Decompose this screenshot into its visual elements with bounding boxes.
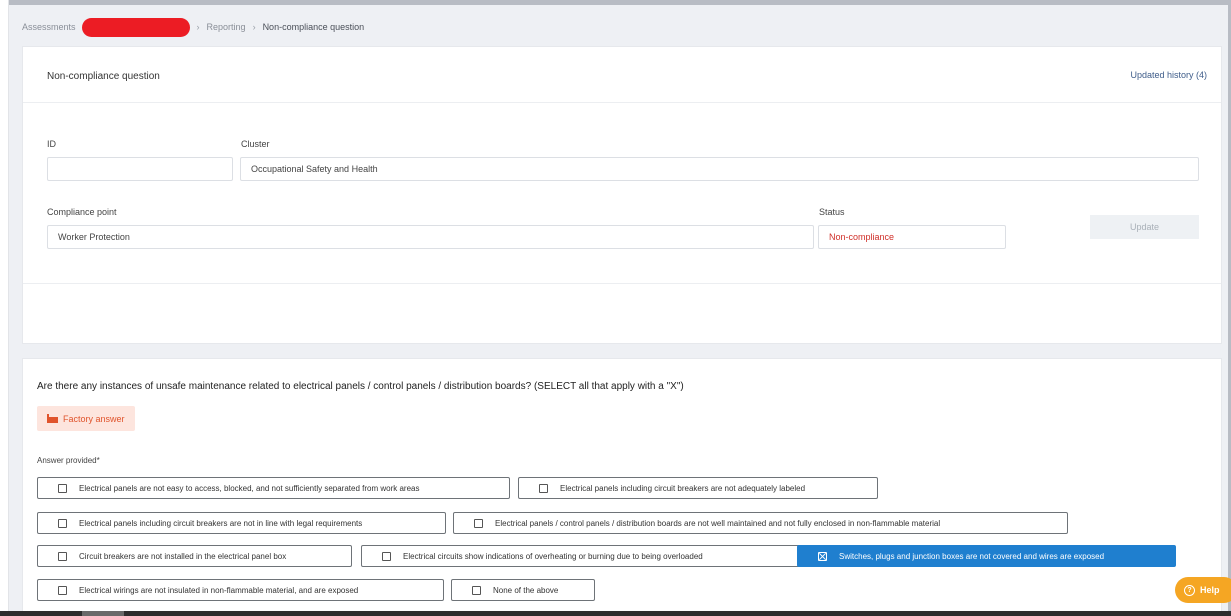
checkbox-icon (382, 551, 391, 561)
answer-option-label: Electrical panels / control panels / dis… (495, 518, 941, 528)
breadcrumb: Assessments › Reporting › Non-compliance… (22, 17, 364, 37)
factory-answer-label: Factory answer (63, 413, 125, 424)
compliance-point-field[interactable]: Worker Protection (47, 225, 814, 249)
update-button[interactable]: Update (1090, 215, 1199, 239)
cluster-label: Cluster (241, 139, 270, 149)
card-header: Non-compliance question Updated history … (23, 47, 1221, 103)
breadcrumb-current: Non-compliance question (262, 22, 365, 32)
breadcrumb-separator: › (252, 22, 256, 32)
answer-option[interactable]: Electrical wirings are not insulated in … (37, 579, 444, 601)
compliance-point-label: Compliance point (47, 207, 117, 217)
checkbox-icon (58, 483, 67, 493)
answer-option[interactable]: Electrical panels including circuit brea… (37, 512, 446, 534)
question-card: Are there any instances of unsafe mainte… (22, 358, 1222, 612)
answer-option-label: None of the above (493, 585, 559, 595)
answer-option-selected[interactable]: Switches, plugs and junction boxes are n… (797, 545, 1176, 567)
help-circle-icon: ? (1184, 584, 1195, 596)
answer-option-label: Electrical panels including circuit brea… (79, 518, 363, 528)
checkbox-icon (58, 585, 67, 595)
breadcrumb-separator: › (196, 22, 200, 32)
answer-option-label: Electrical circuits show indications of … (403, 551, 703, 561)
answer-option-label: Electrical panels are not easy to access… (79, 483, 420, 493)
status-label: Status (819, 207, 845, 217)
cluster-field[interactable]: Occupational Safety and Health (240, 157, 1199, 181)
checkbox-checked-icon (818, 551, 827, 561)
breadcrumb-reporting[interactable]: Reporting (207, 22, 246, 32)
updated-history-link[interactable]: Updated history (4) (1130, 70, 1207, 80)
page-title: Non-compliance question (47, 71, 160, 82)
id-label: ID (47, 139, 56, 149)
help-label: Help (1200, 585, 1220, 595)
checkbox-icon (472, 585, 481, 595)
answer-option[interactable]: Electrical circuits show indications of … (361, 545, 804, 567)
question-details-card: Non-compliance question Updated history … (22, 46, 1222, 344)
id-field[interactable] (47, 157, 233, 181)
answer-option[interactable]: Electrical panels are not easy to access… (37, 477, 510, 499)
factory-icon (47, 414, 58, 423)
status-field[interactable]: Non-compliance (818, 225, 1006, 249)
answer-provided-label: Answer provided* (37, 456, 100, 465)
question-text: Are there any instances of unsafe mainte… (37, 381, 684, 392)
checkbox-icon (474, 518, 483, 528)
help-button[interactable]: ? Help (1175, 577, 1231, 603)
taskbar-highlight (82, 611, 124, 616)
checkbox-icon (58, 551, 67, 561)
answer-option-label: Electrical wirings are not insulated in … (79, 585, 359, 595)
answer-option-label: Switches, plugs and junction boxes are n… (839, 551, 1105, 561)
checkbox-icon (539, 483, 548, 493)
factory-answer-tag[interactable]: Factory answer (37, 406, 135, 431)
breadcrumb-assessments[interactable]: Assessments (22, 22, 76, 32)
answer-option[interactable]: None of the above (451, 579, 595, 601)
answer-option[interactable]: Circuit breakers are not installed in th… (37, 545, 352, 567)
checkbox-icon (58, 518, 67, 528)
answer-option[interactable]: Electrical panels including circuit brea… (518, 477, 878, 499)
answer-option-label: Circuit breakers are not installed in th… (79, 551, 287, 561)
window-top-edge (0, 0, 1231, 5)
left-sidebar-strip (0, 0, 9, 616)
redacted-breadcrumb (81, 17, 190, 37)
answer-option-label: Electrical panels including circuit brea… (560, 483, 806, 493)
window-bottom-edge (0, 611, 1231, 616)
card-divider (23, 283, 1221, 284)
answer-option[interactable]: Electrical panels / control panels / dis… (453, 512, 1068, 534)
